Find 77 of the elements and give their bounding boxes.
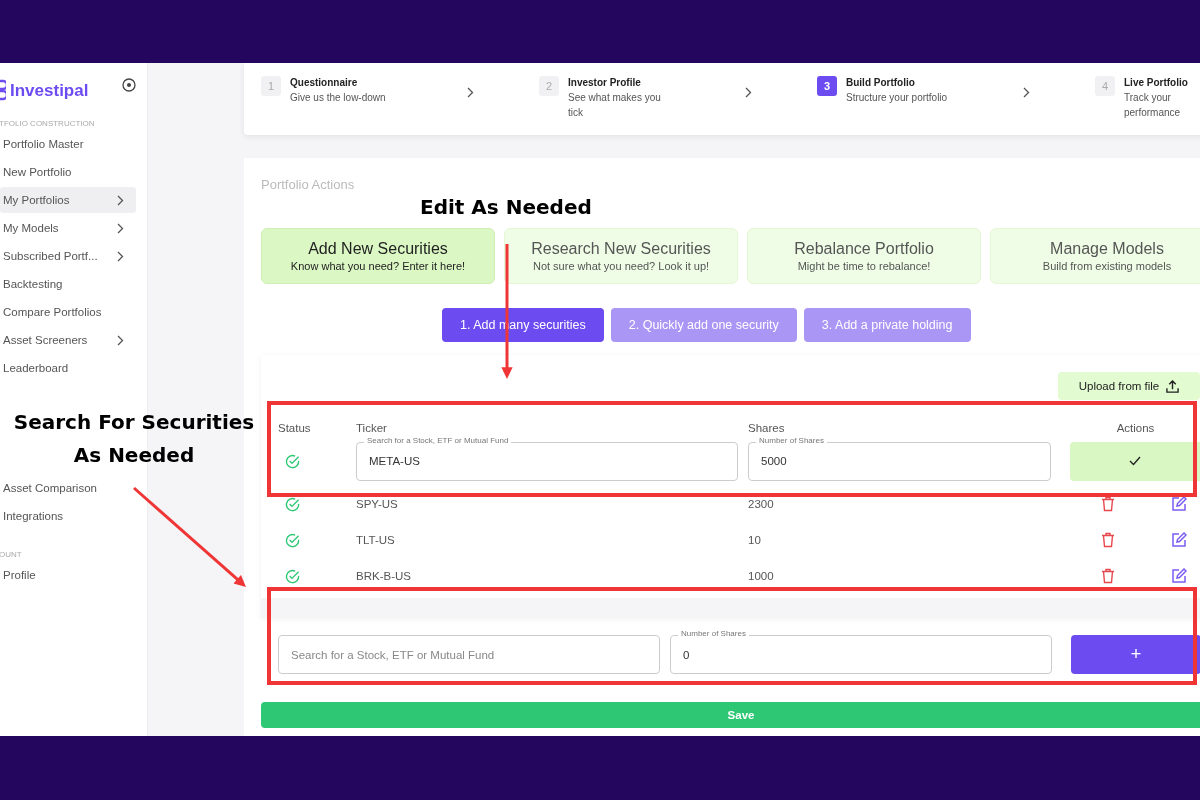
nav-item[interactable]: Compare Portfolios — [0, 299, 136, 325]
nav-item[interactable]: My Models — [0, 215, 136, 241]
logo-icon — [0, 79, 6, 103]
action-card[interactable]: Research New Securities Not sure what you need? Look it up! — [504, 228, 738, 284]
field-label: Number of Shares — [756, 435, 827, 446]
brand-name: Investipal — [10, 81, 89, 101]
step-number: 1 — [261, 76, 281, 96]
step-title[interactable]: Investor Profile — [568, 77, 736, 88]
nav-item[interactable]: Portfolio Master — [0, 131, 136, 157]
column-header: Actions — [1115, 422, 1156, 434]
edit-icon[interactable] — [1171, 568, 1187, 584]
checkmark-icon — [1129, 456, 1141, 466]
card-subtitle: Build from existing models — [1042, 260, 1172, 272]
edit-icon[interactable] — [1171, 496, 1187, 512]
action-card[interactable]: Add New Securities Know what you need? Enter it here! — [261, 228, 495, 284]
nav-item[interactable]: My Portfolios — [0, 187, 136, 213]
shares-cell-text: 10 — [748, 534, 762, 546]
trash-icon[interactable] — [1101, 532, 1115, 548]
nav-item[interactable]: New Portfolio — [0, 159, 136, 185]
ticker-cell-text: TLT-US — [356, 534, 396, 546]
step-subtitle: Track your performance — [1124, 91, 1182, 120]
shares-cell-text: 2300 — [748, 498, 775, 510]
annotation-text: Edit As Needed — [420, 194, 592, 221]
column-header: Ticker — [356, 422, 388, 434]
annotation-text: Search For Securities As Needed — [12, 409, 256, 469]
field-label: Number of Shares — [678, 629, 749, 639]
step-title[interactable]: Live Portfolio — [1124, 77, 1200, 88]
check-circle-icon — [285, 496, 300, 512]
nav-item[interactable]: Leaderboard — [0, 355, 136, 381]
card-title: Rebalance Portfolio — [794, 240, 934, 258]
step-subtitle: Give us the low-down — [290, 91, 387, 105]
check-circle-icon — [285, 453, 300, 469]
nav-item[interactable]: Asset Comparison — [0, 475, 136, 501]
edit-icon[interactable] — [1171, 532, 1187, 548]
confirm-button[interactable] — [1070, 441, 1200, 481]
target-icon[interactable] — [122, 78, 136, 92]
step-number: 4 — [1095, 76, 1115, 96]
upload-icon — [1166, 379, 1180, 393]
add-button[interactable]: + — [1071, 635, 1200, 674]
nav-item[interactable]: Backtesting — [0, 271, 136, 297]
section-heading: OUNT — [0, 549, 23, 560]
nav-item[interactable]: Integrations — [0, 503, 136, 529]
nav-item[interactable]: Asset Screeners — [0, 327, 136, 353]
ticker-search-field[interactable]: Search for a Stock, ETF or Mutual Fund — [278, 635, 660, 674]
step-subtitle: Structure your portfolio — [846, 91, 949, 105]
card-title: Add New Securities — [308, 240, 448, 258]
section-title: Portfolio Actions — [261, 177, 356, 192]
trash-icon[interactable] — [1101, 496, 1115, 512]
shares-cell-text: 1000 — [748, 570, 775, 582]
field-label: Search for a Stock, ETF or Mutual Fund — [364, 435, 512, 446]
step-number: 3 — [817, 76, 837, 96]
chevron-icon — [1023, 87, 1030, 98]
nav-item[interactable]: Subscribed Portf... — [0, 243, 136, 269]
step-number: 2 — [539, 76, 559, 96]
action-card[interactable]: Manage Models Build from existing models — [990, 228, 1200, 284]
ticker-cell-text: BRK-B-US — [356, 570, 412, 582]
step-subtitle: See what makes you tick — [568, 91, 662, 120]
ticker-cell-text: SPY-US — [356, 498, 399, 510]
column-header: Status — [278, 422, 312, 434]
card-title: Research New Securities — [531, 240, 711, 258]
shares-field[interactable]: 0 — [670, 635, 1052, 674]
card-subtitle: Might be time to rebalance! — [797, 260, 931, 272]
upload-button[interactable]: Upload from file — [1058, 372, 1200, 400]
section-heading: TFOLIO CONSTRUCTION — [0, 118, 96, 129]
card-subtitle: Know what you need? Enter it here! — [290, 260, 466, 272]
card-subtitle: Not sure what you need? Look it up! — [532, 260, 710, 272]
step-title[interactable]: Questionnaire — [290, 77, 458, 88]
check-circle-icon — [285, 532, 300, 548]
card-title: Manage Models — [1050, 240, 1164, 258]
action-card[interactable]: Rebalance Portfolio Might be time to rebalance! — [747, 228, 981, 284]
check-circle-icon — [285, 568, 300, 584]
step-title[interactable]: Build Portfolio — [846, 77, 1014, 88]
trash-icon[interactable] — [1101, 568, 1115, 584]
chevron-icon — [467, 87, 474, 98]
nav-item[interactable]: Profile — [0, 562, 136, 588]
column-header: Shares — [748, 422, 786, 434]
chevron-icon — [745, 87, 752, 98]
